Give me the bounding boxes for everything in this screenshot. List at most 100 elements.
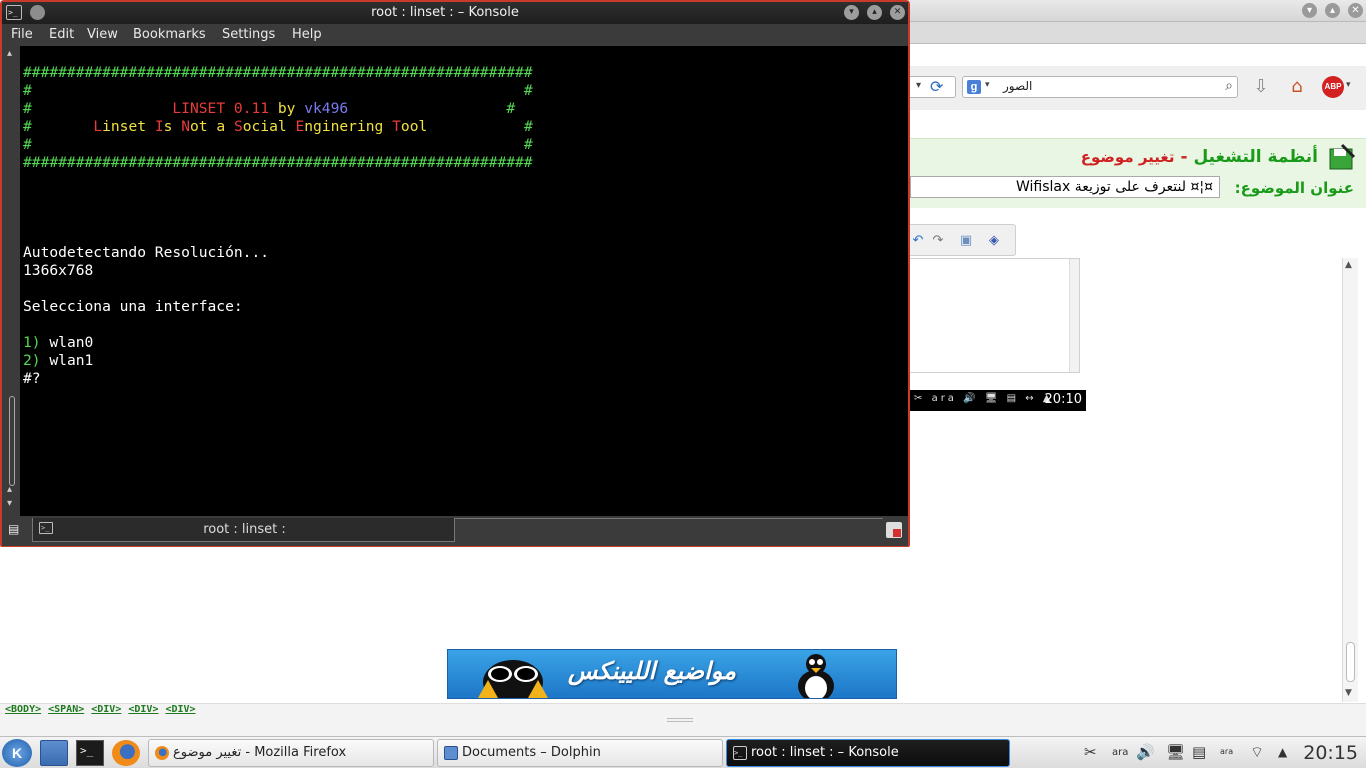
special-char-icon[interactable]: ◈: [986, 233, 1002, 249]
scroll-up-icon[interactable]: ▴: [7, 484, 12, 495]
scroll-down-icon[interactable]: ▾: [7, 498, 12, 509]
embedded-tray-screenshot: ✂ ara 🔊 🖥 ▤ ↔ ▲ 20:10: [910, 390, 1086, 411]
editor-scrollbar[interactable]: [1069, 259, 1079, 372]
banner-line: # #: [23, 136, 533, 153]
tray-time: 20:10: [1044, 392, 1082, 407]
dolphin-launcher-icon[interactable]: [40, 740, 68, 766]
firefox-launcher-icon[interactable]: [112, 740, 140, 766]
new-tab-icon[interactable]: ▤: [8, 522, 26, 538]
chevron-down-icon[interactable]: ▾: [1346, 80, 1351, 90]
breadcrumb-item[interactable]: <DIV>: [91, 704, 121, 715]
keyboard-layout-indicator[interactable]: ara: [1112, 747, 1128, 758]
google-icon[interactable]: g: [967, 80, 981, 94]
clock[interactable]: 20:15: [1303, 742, 1358, 764]
language-indicator[interactable]: ara: [1220, 747, 1233, 756]
search-input[interactable]: g ▾ الصور ⌕: [962, 76, 1238, 98]
forum-category[interactable]: أنظمة التشغيل: [1193, 147, 1318, 167]
wifi-icon[interactable]: ⌔: [1250, 743, 1264, 762]
by-text: by: [277, 100, 296, 117]
reload-icon[interactable]: ⟳: [930, 78, 950, 96]
linux-topics-banner[interactable]: مواضيع الليينكس: [447, 649, 897, 699]
menu-edit[interactable]: Edit: [49, 27, 74, 42]
detect-line: Autodetectando Resolución...: [23, 244, 270, 261]
taskbar: K >_ تغيير موضوع - Mozilla Firefox Docum…: [0, 736, 1366, 768]
home-icon[interactable]: ⌂: [1285, 75, 1309, 99]
task-label: root : linset : – Konsole: [751, 745, 899, 760]
element-path-bar: <BODY> <SPAN> <DIV> <DIV> <DIV>: [0, 703, 1366, 736]
volume-icon[interactable]: 🔊: [1136, 743, 1155, 761]
window-title: root : linset : – Konsole: [371, 5, 519, 20]
firefox-tab-bar: [908, 22, 1366, 44]
breadcrumb-item[interactable]: <SPAN>: [48, 704, 84, 715]
resize-grip[interactable]: [667, 718, 693, 722]
display-icon[interactable]: 🖥: [1166, 743, 1185, 761]
terminal-tab[interactable]: >_ root : linset :: [32, 518, 455, 542]
shell-prompt: #?: [23, 370, 41, 387]
chevron-down-icon[interactable]: ▾: [985, 80, 990, 90]
maximize-icon[interactable]: ▴: [1325, 3, 1340, 18]
scroll-down-icon[interactable]: ▼: [1345, 688, 1352, 698]
close-icon[interactable]: ✕: [1348, 3, 1363, 18]
download-icon[interactable]: ⇩: [1249, 75, 1273, 99]
menu-file[interactable]: File: [11, 27, 33, 42]
konsole-launcher-icon[interactable]: >_: [76, 740, 104, 766]
redo-icon[interactable]: ↷: [930, 233, 946, 249]
page-scrollbar[interactable]: ▲ ▼: [1342, 258, 1358, 702]
select-prompt: Selecciona una interface:: [23, 298, 243, 315]
page-action: تغيير موضوع: [1080, 148, 1175, 166]
scroll-thumb[interactable]: [1346, 642, 1355, 682]
tray-icons: ✂ ara 🔊 🖥 ▤ ↔ ▲: [914, 393, 1054, 404]
kde-menu-icon[interactable]: K: [2, 739, 32, 767]
konsole-window: >_ root : linset : – Konsole ▾ ▴ ✕ File …: [0, 0, 910, 547]
html-breadcrumbs: <BODY> <SPAN> <DIV> <DIV> <DIV>: [5, 704, 203, 715]
chevron-down-icon[interactable]: ▾: [916, 80, 921, 91]
menu-view[interactable]: View: [87, 27, 118, 42]
konsole-titlebar[interactable]: >_ root : linset : – Konsole ▾ ▴ ✕: [2, 2, 908, 24]
menu-help[interactable]: Help: [292, 27, 322, 42]
floppy-icon: [1329, 143, 1356, 170]
insert-box-icon[interactable]: ▣: [958, 233, 974, 249]
task-dolphin[interactable]: Documents – Dolphin: [437, 739, 723, 767]
breadcrumb-item[interactable]: <BODY>: [5, 704, 41, 715]
editor-toolbar: ↶ ↷ ▣ ◈: [908, 224, 1016, 256]
resolution-line: 1366x768: [23, 262, 94, 279]
message-editor[interactable]: [908, 258, 1080, 373]
task-firefox[interactable]: تغيير موضوع - Mozilla Firefox: [148, 739, 434, 767]
task-konsole[interactable]: >_ root : linset : – Konsole: [726, 739, 1010, 767]
tab-bar-line: [455, 518, 883, 519]
subject-label: عنوان الموضوع:: [1234, 179, 1354, 197]
interface-option: 2) wlan1: [23, 352, 94, 369]
minimize-icon[interactable]: ▾: [844, 5, 859, 20]
folder-icon: [444, 746, 458, 760]
task-label: تغيير موضوع - Mozilla Firefox: [173, 745, 347, 760]
subject-field[interactable]: ¤¦¤ لنتعرف على توزيعة Wifislax: [910, 176, 1220, 198]
close-icon[interactable]: ✕: [890, 5, 905, 20]
terminal-icon: >_: [733, 746, 747, 760]
menu-bar: File Edit View Bookmarks Settings Help: [2, 24, 908, 46]
system-tray: ✂ ara 🔊 🖥 ▤ ara ⌔ ▲ 20:15: [1080, 739, 1366, 767]
terminal-tab-bar: ▤ >_ root : linset :: [2, 516, 908, 546]
menu-bookmarks[interactable]: Bookmarks: [133, 27, 206, 42]
search-icon[interactable]: ⌕: [1225, 78, 1233, 94]
tray-expand-icon[interactable]: ▲: [1278, 745, 1287, 759]
terminal-scrollbar[interactable]: ▴ ▴ ▾: [5, 46, 19, 516]
banner-line: # #: [23, 82, 533, 99]
scroll-up-icon[interactable]: ▲: [1345, 260, 1352, 270]
undo-icon[interactable]: ↶: [910, 233, 926, 249]
breadcrumb-item[interactable]: <DIV>: [165, 704, 195, 715]
terminal-output[interactable]: ########################################…: [20, 46, 908, 516]
banner-border: ########################################…: [23, 64, 533, 81]
scroll-up-icon[interactable]: ▴: [7, 48, 12, 59]
close-tab-icon[interactable]: [886, 522, 902, 538]
banner-text: مواضيع الليينكس: [567, 656, 736, 685]
adblock-icon[interactable]: ABP: [1322, 76, 1344, 98]
tux-icon: [798, 654, 834, 698]
menu-settings[interactable]: Settings: [222, 27, 275, 42]
clipboard-icon[interactable]: ▤: [1192, 743, 1206, 761]
breadcrumb-item[interactable]: <DIV>: [128, 704, 158, 715]
maximize-icon[interactable]: ▴: [867, 5, 882, 20]
minimize-icon[interactable]: ▾: [1302, 3, 1317, 18]
scroll-thumb[interactable]: [9, 396, 15, 486]
penguin-icon: [478, 660, 548, 698]
scissors-icon[interactable]: ✂: [1084, 743, 1097, 761]
